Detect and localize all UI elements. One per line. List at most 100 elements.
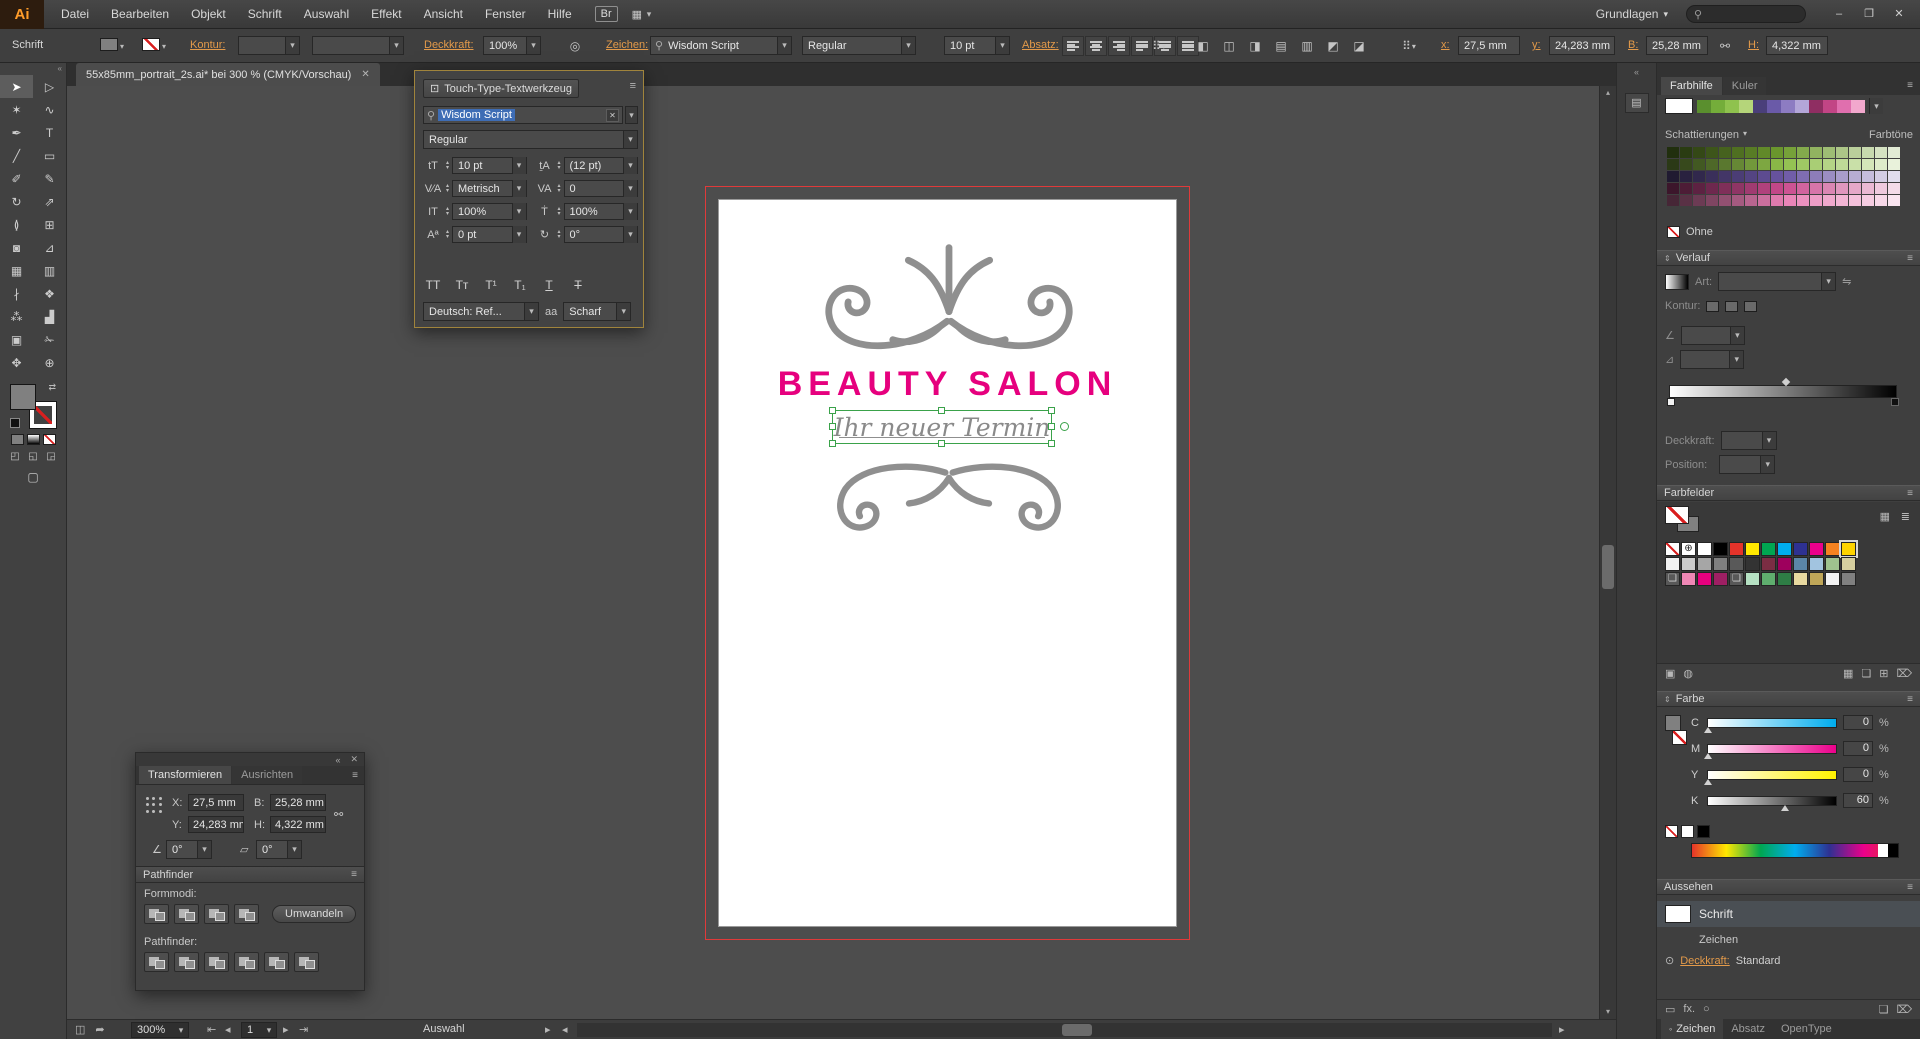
variation-swatch[interactable] bbox=[1810, 159, 1822, 170]
y-slider[interactable] bbox=[1707, 770, 1837, 780]
maximize-button[interactable]: ❐ bbox=[1854, 0, 1884, 29]
hand-tool[interactable]: ✥ bbox=[0, 351, 33, 374]
variation-swatch[interactable] bbox=[1784, 159, 1796, 170]
align-left-objects-icon[interactable]: ◧ bbox=[1192, 36, 1214, 56]
tracking-stepper[interactable]: ▴▾ bbox=[558, 184, 561, 194]
variation-swatch[interactable] bbox=[1784, 171, 1796, 182]
variation-swatch[interactable] bbox=[1836, 195, 1848, 206]
variation-swatch[interactable] bbox=[1849, 183, 1861, 194]
toolbar-collapse-icon[interactable]: « bbox=[0, 63, 66, 75]
tab-kuler[interactable]: Kuler bbox=[1723, 77, 1767, 95]
new-color-group-icon[interactable]: ❏ bbox=[1861, 667, 1871, 680]
variation-swatch[interactable] bbox=[1771, 183, 1783, 194]
color-group-folder[interactable]: ❏ bbox=[1729, 572, 1744, 586]
bridge-button[interactable]: Br bbox=[595, 6, 618, 22]
character-panel-link[interactable]: Zeichen: bbox=[606, 39, 648, 51]
all-caps-button[interactable]: TT bbox=[423, 276, 443, 293]
variation-swatch[interactable] bbox=[1810, 171, 1822, 182]
perspective-grid-tool[interactable]: ⊿ bbox=[33, 236, 66, 259]
chevron-down-icon[interactable]: ▾ bbox=[1743, 129, 1747, 141]
harmony-color-swatch[interactable] bbox=[1739, 100, 1753, 113]
previous-artboard-icon[interactable]: ◂ bbox=[225, 1023, 231, 1036]
variation-swatch[interactable] bbox=[1706, 147, 1718, 158]
color-swatch[interactable] bbox=[1729, 542, 1744, 556]
shear-select[interactable]: 0° ▾ bbox=[256, 840, 302, 859]
vertical-scale-stepper[interactable]: ▴▾ bbox=[446, 207, 449, 217]
screen-mode-button[interactable]: ▢ bbox=[0, 470, 66, 484]
subtitle-selection[interactable]: Ihr neuer Termin bbox=[832, 410, 1052, 444]
divide-button[interactable] bbox=[144, 952, 169, 972]
m-value-field[interactable]: 0 bbox=[1843, 741, 1873, 756]
harmony-color-swatch[interactable] bbox=[1697, 100, 1711, 113]
variation-swatch[interactable] bbox=[1849, 159, 1861, 170]
color-panel-header[interactable]: ⇕ Farbe ≡ bbox=[1657, 691, 1920, 707]
color-swatch[interactable] bbox=[1825, 557, 1840, 571]
artboard-tool[interactable]: ▣ bbox=[0, 328, 33, 351]
gradient-angle-select[interactable]: ▾ bbox=[1681, 326, 1745, 345]
grid-view-icon[interactable]: ▦ bbox=[1880, 510, 1890, 523]
menu-hilfe[interactable]: Hilfe bbox=[537, 0, 583, 29]
scroll-down-icon[interactable]: ▾ bbox=[1600, 1005, 1616, 1019]
paintbrush-tool[interactable]: ✐ bbox=[0, 167, 33, 190]
menu-fenster[interactable]: Fenster bbox=[474, 0, 537, 29]
variation-swatch[interactable] bbox=[1862, 183, 1874, 194]
symbol-sprayer-tool[interactable]: ⁂ bbox=[0, 305, 33, 328]
color-swatch[interactable] bbox=[1681, 557, 1696, 571]
color-swatch[interactable] bbox=[1777, 572, 1792, 586]
selection-handle[interactable] bbox=[829, 407, 836, 414]
line-segment-tool[interactable]: ╱ bbox=[0, 144, 33, 167]
variation-swatch[interactable] bbox=[1745, 183, 1757, 194]
menu-bearbeiten[interactable]: Bearbeiten bbox=[100, 0, 180, 29]
go-to-bridge-icon[interactable]: ➦ bbox=[95, 1024, 104, 1036]
variation-swatch[interactable] bbox=[1888, 195, 1900, 206]
variation-swatch[interactable] bbox=[1810, 183, 1822, 194]
fill-color-control[interactable]: ▾ bbox=[100, 38, 124, 51]
color-swatch[interactable] bbox=[1697, 542, 1712, 556]
height-label[interactable]: H: bbox=[1748, 39, 1759, 51]
list-view-icon[interactable]: ≣ bbox=[1901, 510, 1910, 523]
height-input[interactable]: 4,322 mm bbox=[270, 816, 326, 833]
harmony-color-swatch[interactable] bbox=[1767, 100, 1781, 113]
variation-swatch[interactable] bbox=[1875, 159, 1887, 170]
variation-swatch[interactable] bbox=[1667, 195, 1679, 206]
variation-swatch[interactable] bbox=[1836, 183, 1848, 194]
variation-swatch[interactable] bbox=[1823, 195, 1835, 206]
m-slider[interactable] bbox=[1707, 744, 1837, 754]
tab-farbhilfe[interactable]: Farbhilfe bbox=[1661, 77, 1722, 95]
variation-swatch[interactable] bbox=[1836, 159, 1848, 170]
variation-swatch[interactable] bbox=[1849, 171, 1861, 182]
char-rotation-select[interactable]: 0°▾ bbox=[564, 226, 638, 243]
delete-item-icon[interactable]: ⌦ bbox=[1896, 1003, 1912, 1016]
variation-swatch[interactable] bbox=[1667, 171, 1679, 182]
zoom-select[interactable]: 300% ▾ bbox=[131, 1022, 189, 1038]
gradient-tool[interactable]: ▥ bbox=[33, 259, 66, 282]
variation-swatch[interactable] bbox=[1849, 147, 1861, 158]
width-input[interactable]: 25,28 mm bbox=[1646, 36, 1708, 55]
stroke-color-control[interactable]: ▾ bbox=[142, 38, 166, 51]
color-swatch[interactable] bbox=[1809, 572, 1824, 586]
anti-alias-select[interactable]: Scharf ▾ bbox=[563, 302, 631, 321]
none-swatch[interactable] bbox=[1665, 825, 1678, 838]
new-effect-icon[interactable]: fx. bbox=[1683, 1003, 1695, 1015]
appearance-opacity-row[interactable]: ⊙ Deckkraft: Standard bbox=[1665, 954, 1780, 967]
variation-swatch[interactable] bbox=[1862, 147, 1874, 158]
baseline-shift-stepper[interactable]: ▴▾ bbox=[446, 230, 449, 240]
language-select[interactable]: Deutsch: Ref... ▾ bbox=[423, 302, 539, 321]
new-stroke-icon[interactable]: ▭ bbox=[1665, 1003, 1675, 1016]
menu-datei[interactable]: Datei bbox=[50, 0, 100, 29]
panel-menu-icon[interactable]: ≡ bbox=[1907, 80, 1913, 91]
minimize-button[interactable]: – bbox=[1824, 0, 1854, 29]
next-artboard-icon[interactable]: ▸ bbox=[283, 1023, 289, 1036]
variation-swatch[interactable] bbox=[1758, 171, 1770, 182]
variation-swatch[interactable] bbox=[1693, 171, 1705, 182]
variation-swatch[interactable] bbox=[1745, 195, 1757, 206]
unite-button[interactable] bbox=[144, 904, 169, 924]
document-tab[interactable]: 55x85mm_portrait_2s.ai* bei 300 % (CMYK/… bbox=[76, 63, 380, 86]
color-swatch[interactable] bbox=[1841, 557, 1856, 571]
none-swatch[interactable] bbox=[1665, 542, 1680, 556]
panel-menu-icon[interactable]: ≡ bbox=[352, 770, 358, 781]
variation-swatch[interactable] bbox=[1875, 147, 1887, 158]
underline-button[interactable]: T bbox=[539, 276, 559, 293]
appearance-item-characters[interactable]: Zeichen bbox=[1699, 934, 1738, 946]
variation-swatch[interactable] bbox=[1784, 183, 1796, 194]
